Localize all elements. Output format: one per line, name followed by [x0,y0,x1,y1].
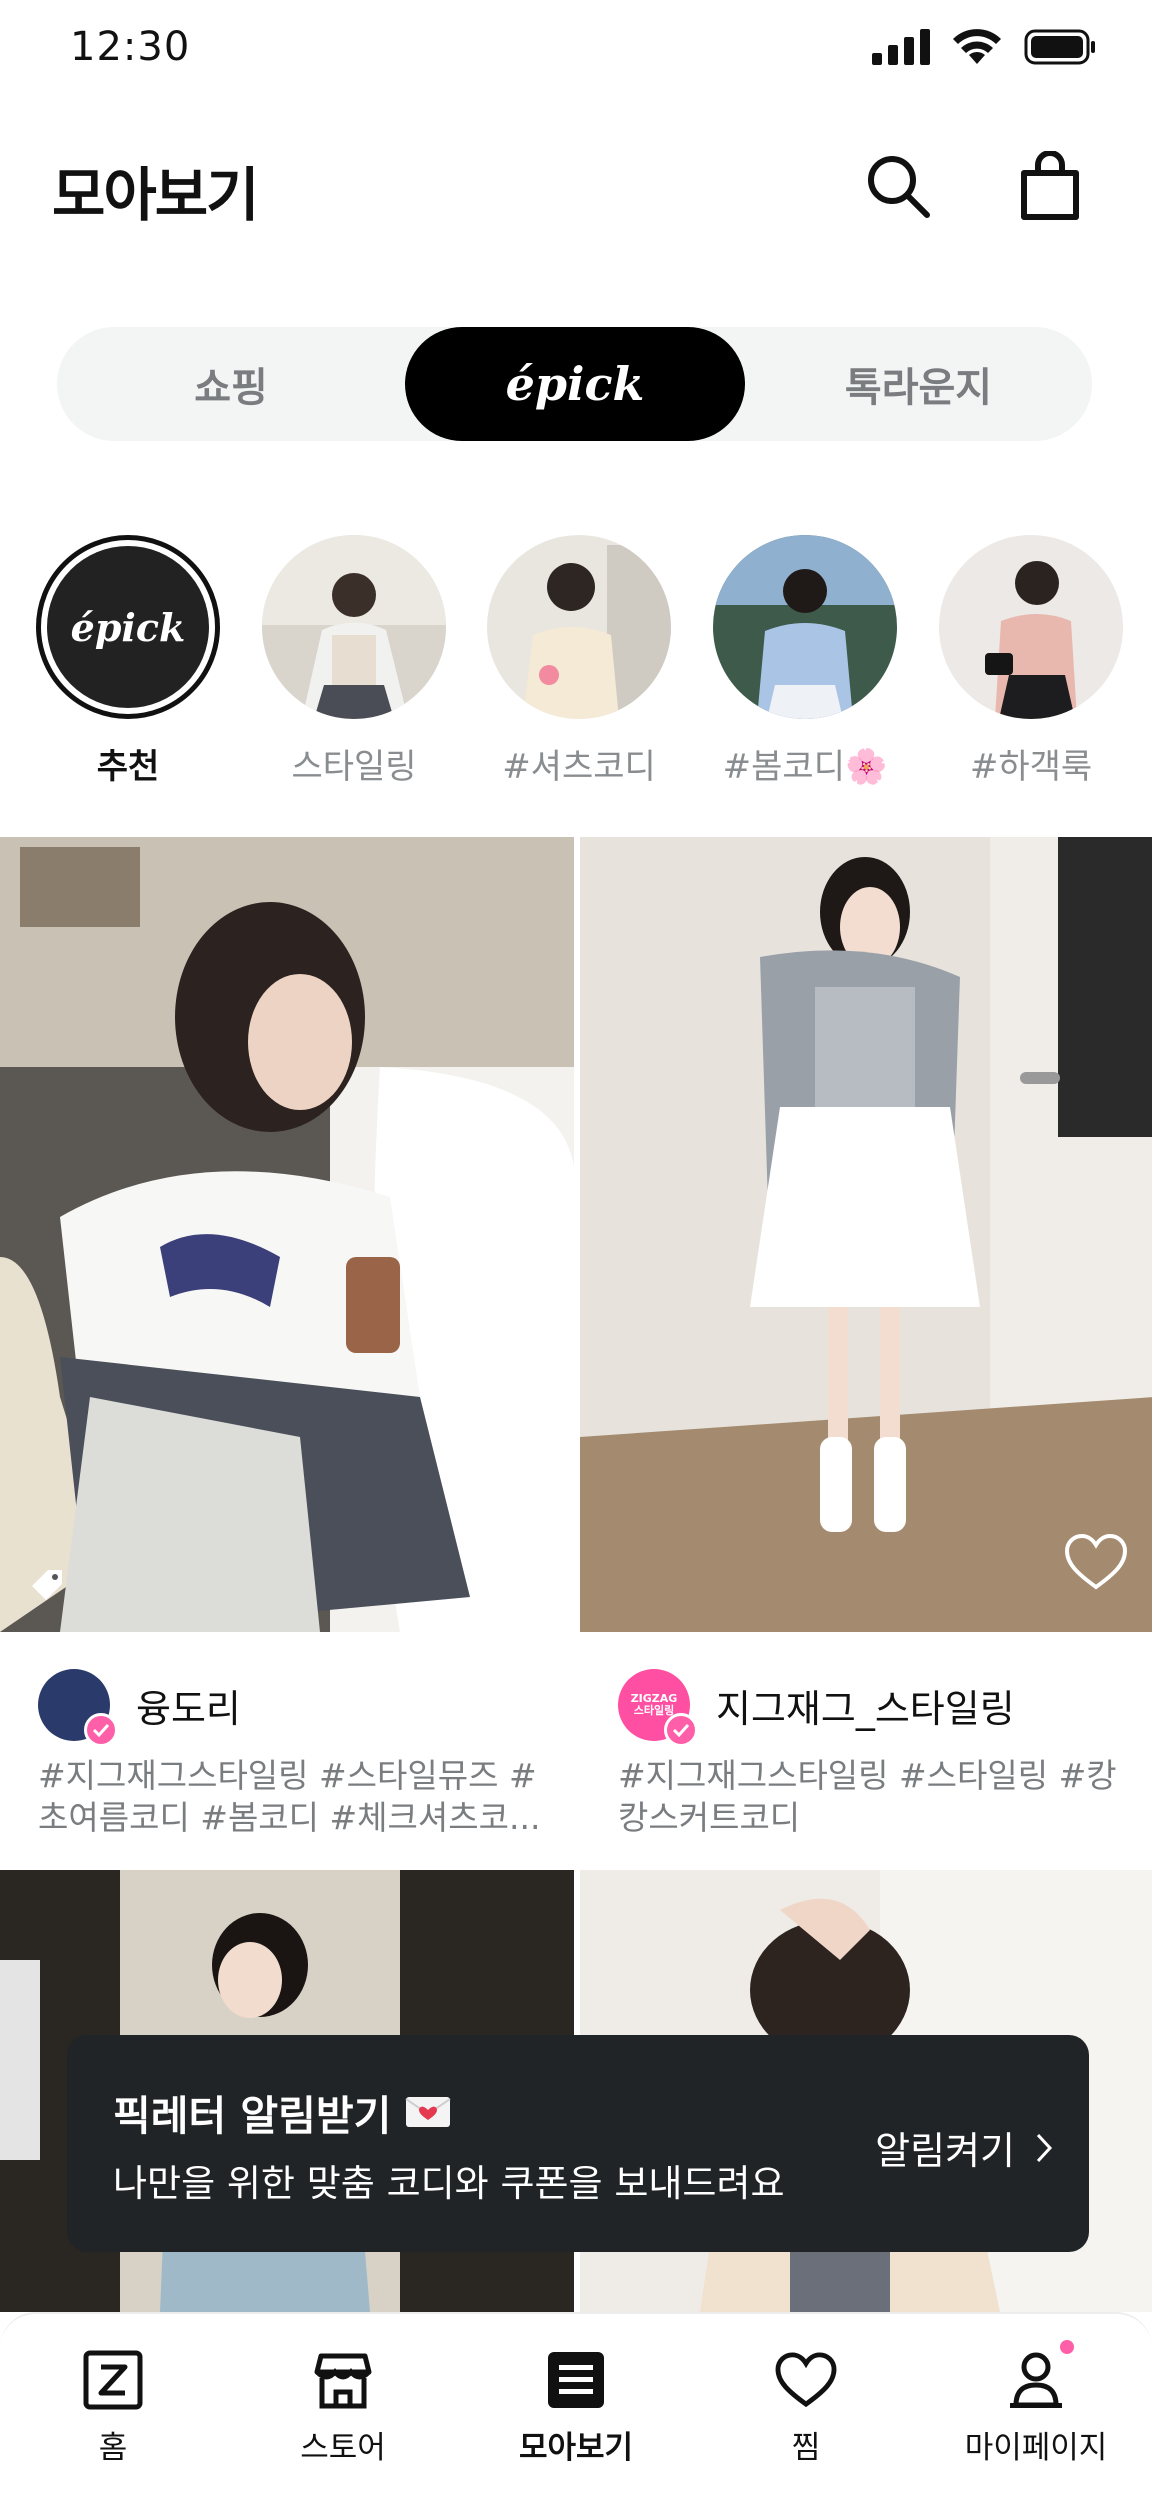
story-label: #셔츠코디 [502,747,656,787]
author-row[interactable]: ZIGZAG 스타일링 지그재그_스타일링 [618,1667,1015,1747]
story-item-recommend[interactable]: épick 추천 [28,535,228,788]
author-row[interactable]: 융도리 [38,1667,241,1747]
story-item-shirts[interactable]: #셔츠코디 [479,535,679,788]
story-avatar [939,535,1123,719]
author-name: 융도리 [136,1686,241,1731]
story-item-wedding-guest[interactable]: #하객룩 [931,535,1131,788]
feed-photo[interactable] [580,837,1152,1632]
verified-check-icon [84,1713,118,1747]
store-icon [314,2353,372,2409]
tab-talk-lounge[interactable]: 톡라운지 [745,327,1092,441]
segment-control: 쇼핑 épick 톡라운지 [57,327,1092,441]
tag-icon [32,1570,62,1600]
enable-notifications-button[interactable]: 알림켜기 [875,2120,1053,2175]
nav-label: 스토어 [300,2430,386,2466]
story-label: 스타일링 [291,747,417,787]
story-avatar: épick [36,535,220,719]
story-label: 추천 [96,747,160,787]
story-avatar [487,535,671,719]
wifi-icon [953,29,1001,64]
status-icons [872,28,1096,66]
story-item-spring[interactable]: #봄코디🌸 [705,535,905,788]
status-time: 12:30 [70,24,191,70]
search-icon [868,156,930,218]
feed-card[interactable]: ZIGZAG 스타일링 지그재그_스타일링 #지그재그스타일링 #스타일링 #캉… [580,837,1152,1857]
profile-icon [1010,2352,1062,2408]
cart-button[interactable] [1008,144,1092,228]
tab-shopping[interactable]: 쇼핑 [57,327,405,441]
like-heart-icon[interactable] [484,1532,548,1592]
notification-toast[interactable]: 픽레터 알림받기 나만을 위한 맞춤 코디와 쿠폰을 보내드려요 알림켜기 [67,2035,1089,2252]
page-title: 모아보기 [52,161,259,229]
like-heart-icon[interactable] [1064,1532,1128,1592]
toast-action-label: 알림켜기 [875,2129,1015,2173]
chevron-right-icon [1036,2133,1053,2162]
bottom-nav: 홈 스토어 모아보기 찜 마이페이지 [0,2312,1152,2505]
love-letter-icon [405,2097,451,2127]
story-avatar [713,535,897,719]
toast-subtitle: 나만을 위한 맞춤 코디와 쿠폰을 보내드려요 [113,2162,785,2205]
story-item-styling[interactable]: 스타일링 [254,535,454,788]
nav-store[interactable]: 스토어 [243,2348,443,2467]
nav-label: 마이페이지 [964,2430,1108,2466]
nav-feed[interactable]: 모아보기 [476,2348,676,2467]
toast-title: 픽레터 알림받기 [113,2082,451,2142]
heart-icon [775,2352,837,2408]
nav-home[interactable]: 홈 [13,2348,213,2467]
battery-icon [1024,29,1095,65]
notification-dot [1060,2340,1074,2354]
story-label: #봄코디🌸 [722,747,888,787]
nav-label: 찜 [791,2430,821,2466]
signal-icon [872,29,930,65]
shopping-bag-icon [1021,151,1079,220]
nav-label: 모아보기 [518,2430,634,2466]
verified-check-icon [664,1713,698,1747]
home-z-icon [83,2350,143,2410]
story-avatar [262,535,446,719]
story-carousel: épick 추천 스타일링 #셔츠코디 #봄코디🌸 #하객룩 [0,535,1152,795]
header: 모아보기 [0,130,1152,240]
feed-icon [548,2352,604,2408]
feed-photo[interactable] [0,837,574,1632]
avatar [38,1669,118,1747]
author-name: 지그재그_스타일링 [716,1686,1015,1731]
status-bar: 12:30 [0,0,1152,100]
feed-card[interactable]: 융도리 #지그재그스타일링 #스타일뮤즈 #초여름코디 #봄코디 #체크셔츠코.… [0,837,574,1857]
tab-epick[interactable]: épick [405,327,745,441]
nav-wishlist[interactable]: 찜 [706,2348,906,2467]
avatar: ZIGZAG 스타일링 [618,1669,698,1747]
nav-label: 홈 [98,2430,128,2466]
nav-mypage[interactable]: 마이페이지 [936,2340,1136,2467]
epick-logo: épick [47,546,209,708]
search-button[interactable] [856,144,940,228]
post-caption: #지그재그스타일링 #스타일링 #캉캉스커트코디 [618,1756,1117,1837]
post-caption: #지그재그스타일링 #스타일뮤즈 #초여름코디 #봄코디 #체크셔츠코... [38,1756,541,1837]
story-label: #하객룩 [969,747,1093,787]
toast-title-text: 픽레터 알림받기 [113,2092,392,2140]
